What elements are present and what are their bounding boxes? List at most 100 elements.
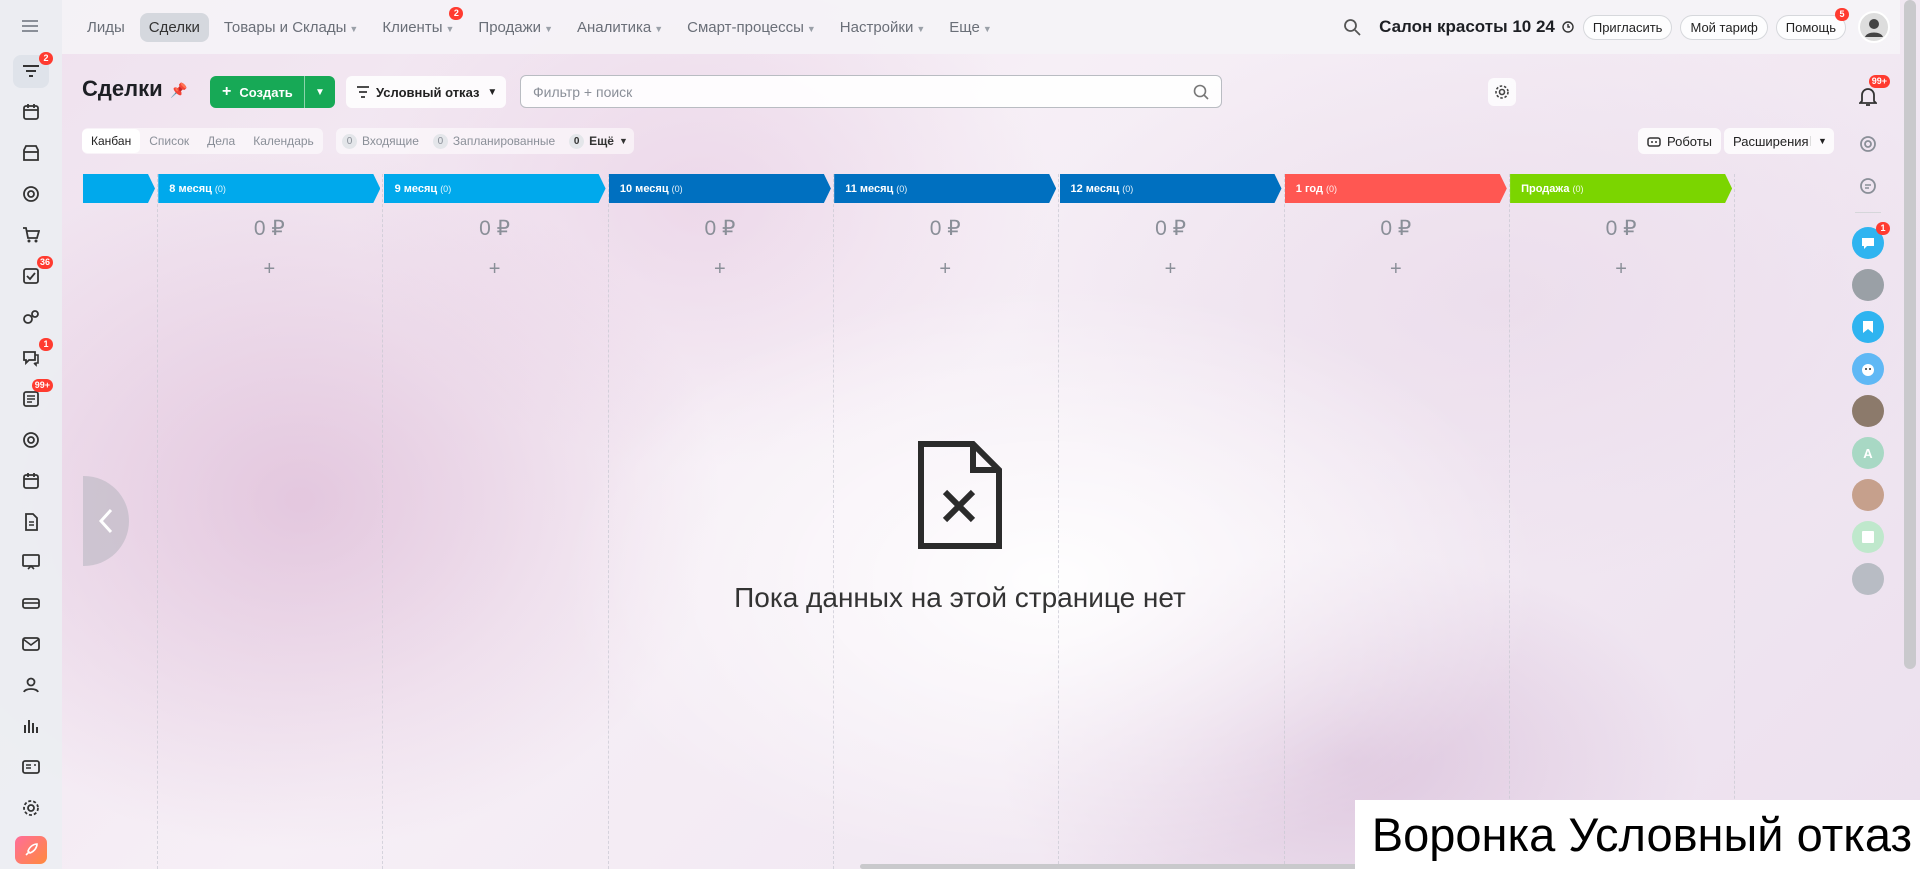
add-deal-button[interactable]: +	[1510, 258, 1732, 281]
nav-item-leads[interactable]: Лиды	[78, 13, 134, 42]
portal-title[interactable]: Салон красоты 10 24	[1379, 17, 1555, 37]
tab-kanban[interactable]: Канбан	[82, 129, 141, 153]
nav-item-deals[interactable]: Сделки	[139, 12, 209, 42]
search-icon[interactable]	[1193, 84, 1209, 100]
sidebar-item-contact-center[interactable]	[13, 750, 49, 783]
sidebar-item-marketing[interactable]	[13, 178, 49, 211]
add-deal-button[interactable]: +	[1285, 258, 1507, 281]
sidebar-item-chat[interactable]: 1	[13, 338, 53, 374]
add-deal-button[interactable]: +	[384, 258, 606, 281]
stage-header[interactable]: 8 месяц (0)	[158, 174, 381, 203]
animal-avatar-icon	[1862, 364, 1874, 376]
contact-avatar-2[interactable]	[1852, 353, 1884, 385]
vertical-scrollbar[interactable]	[1904, 0, 1916, 669]
sidebar-item-tasks[interactable]: 36	[13, 256, 53, 292]
sidebar-item-automation[interactable]	[13, 300, 49, 333]
stage-name: Продажа	[1521, 182, 1570, 195]
stage-header[interactable]: Продажа (0)	[1510, 174, 1733, 203]
pipeline-selector[interactable]: Условный отказ ▼	[346, 76, 506, 108]
add-deal-button[interactable]: +	[1060, 258, 1282, 281]
top-bar: Лиды Сделки Товары и Склады ▼ Клиенты ▼ 2 П…	[62, 0, 1900, 54]
contact-avatar-4[interactable]	[1852, 479, 1884, 511]
page-title: Сделки	[82, 76, 163, 101]
contact-avatar-5[interactable]	[1852, 563, 1884, 595]
sidebar-item-drive[interactable]	[13, 587, 49, 620]
stage-header[interactable]: 9 месяц (0)	[383, 174, 606, 203]
stage-name: 12 месяц	[1070, 182, 1120, 195]
sidebar-item-feed[interactable]: 99+	[13, 379, 53, 415]
stage-header[interactable]: 1 год (0)	[1284, 174, 1507, 203]
contact-avatar-1[interactable]	[1852, 269, 1884, 301]
sidebar-item-calendar[interactable]	[13, 464, 49, 497]
notifications-button[interactable]: 99+	[1852, 75, 1890, 112]
sidebar-item-crm[interactable]: 2	[13, 51, 53, 89]
top-right-area: Салон красоты 10 24 Пригласить Мой тариф…	[1343, 7, 1900, 43]
sidebar-item-support[interactable]	[13, 423, 49, 456]
stage-count: (0)	[1122, 183, 1134, 194]
calendar-check-icon	[23, 104, 39, 121]
nav-item-label: Товары и Склады	[223, 18, 347, 36]
funnel-icon	[356, 86, 370, 98]
sidebar-item-analytics[interactable]	[13, 709, 49, 742]
stage-header[interactable]: ц(0)	[83, 174, 155, 203]
search-icon[interactable]	[1343, 18, 1361, 36]
stage-sum: 0 ₽	[704, 217, 736, 240]
gear-icon	[1495, 85, 1509, 99]
menu-toggle-button[interactable]	[0, 0, 62, 53]
settings-button[interactable]	[1488, 78, 1516, 106]
nav-item-more[interactable]: Еще ▼	[940, 13, 1000, 42]
contact-avatar-letter[interactable]: A	[1852, 437, 1884, 469]
caption-overlay: Воронка Условный отказ	[1355, 800, 1920, 869]
counter-planned[interactable]: 0 Запланированные	[432, 133, 555, 149]
tab-calendar[interactable]: Календарь	[244, 129, 323, 153]
kanban-column: 8 месяц (0) 0 ₽ +	[158, 174, 384, 869]
messenger-button[interactable]	[1852, 170, 1884, 202]
open-channels-chat[interactable]: 1	[1852, 222, 1890, 259]
nav-item-sales[interactable]: Продажи ▼	[469, 13, 562, 42]
counter-more[interactable]: 0 Ещё ▼	[569, 133, 628, 149]
sidebar-item-employees[interactable]	[13, 668, 49, 701]
add-deal-button[interactable]: +	[834, 258, 1056, 281]
add-deal-button[interactable]: +	[83, 258, 155, 281]
counter-incoming[interactable]: 0 Входящие	[342, 133, 419, 149]
create-dropdown-chevron-icon[interactable]: ▼	[304, 76, 335, 108]
filter-search-box[interactable]	[520, 75, 1222, 108]
sidebar-item-presentation[interactable]	[13, 546, 49, 579]
invite-button[interactable]: Пригласить	[1582, 14, 1673, 40]
search-input[interactable]	[533, 76, 1193, 107]
robots-button[interactable]: Роботы	[1638, 128, 1722, 154]
tariff-button[interactable]: Мой тариф	[1680, 14, 1768, 40]
tab-activities[interactable]: Дела	[198, 129, 244, 153]
sidebar-item-documents[interactable]	[13, 505, 49, 538]
sidebar-item-calendar-tasks[interactable]	[13, 96, 49, 129]
contact-avatar-3[interactable]	[1852, 395, 1884, 427]
sidebar-item-mail[interactable]	[13, 628, 49, 661]
stage-name: 9 месяц	[394, 182, 438, 195]
sidebar-item-upgrade[interactable]	[15, 836, 47, 864]
nav-item-settings[interactable]: Настройки ▼	[831, 13, 934, 42]
add-deal-button[interactable]: +	[158, 258, 380, 281]
stage-header[interactable]: 11 месяц (0)	[834, 174, 1057, 203]
sidebar-item-settings[interactable]	[13, 791, 49, 824]
extensions-button[interactable]: Расширения ▼	[1724, 128, 1834, 154]
sidebar-item-shop[interactable]	[13, 219, 49, 252]
add-deal-button[interactable]: +	[609, 258, 831, 281]
bookmark-chat[interactable]	[1852, 311, 1884, 343]
presentation-icon	[22, 554, 40, 570]
notes-chat[interactable]	[1852, 521, 1884, 553]
user-avatar[interactable]	[1858, 11, 1890, 43]
copilot-button[interactable]	[1852, 128, 1884, 160]
create-button[interactable]: + Создать ▼	[210, 76, 335, 108]
automation-icon	[23, 310, 39, 324]
nav-item-clients[interactable]: Клиенты ▼ 2	[373, 6, 464, 42]
tab-list[interactable]: Список	[140, 129, 198, 153]
rocket-icon	[25, 843, 38, 856]
nav-item-analytics[interactable]: Аналитика ▼	[568, 13, 672, 42]
stage-header[interactable]: 10 месяц (0)	[608, 174, 831, 203]
help-button[interactable]: Помощь 5	[1775, 7, 1849, 40]
stage-header[interactable]: 12 месяц (0)	[1059, 174, 1282, 203]
nav-item-smart-processes[interactable]: Смарт-процессы ▼	[678, 13, 825, 42]
nav-item-products[interactable]: Товары и Склады ▼	[215, 13, 367, 42]
sidebar-item-store[interactable]	[13, 137, 49, 170]
pin-icon[interactable]: 📌	[170, 82, 187, 99]
